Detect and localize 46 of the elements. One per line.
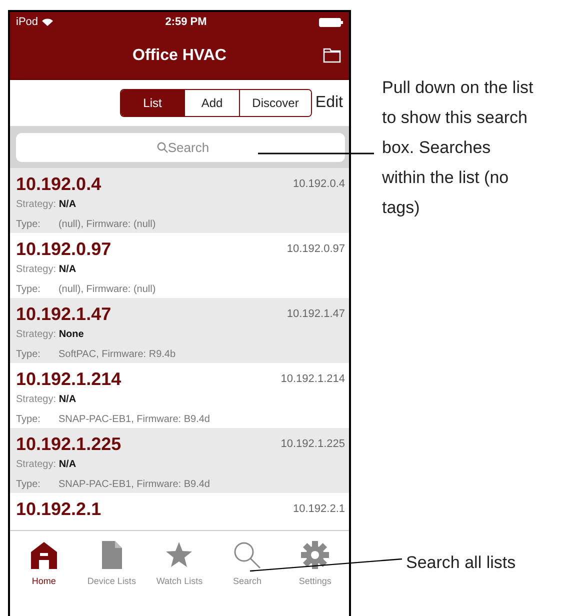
device-address: 10.192.0.97 [286,242,345,257]
status-time: 2:59 PM [165,14,207,30]
strategy-line: Strategy: N/A [16,458,78,472]
device-address: 10.192.1.225 [280,436,345,452]
type-label: Type: [16,413,40,427]
segment-tab[interactable]: List [121,90,184,116]
tab-bar-item[interactable]: Home [12,541,76,616]
device-details: (null), Firmware: (null) [58,218,156,232]
screen-title: Office HVAC [132,46,226,66]
device-name: 10.192.2.1 [16,499,102,519]
edit-button[interactable]: Edit [315,91,343,115]
strategy-line: Strategy: None [16,328,85,342]
search-icon [233,541,262,569]
battery-icon [318,18,343,26]
tab-bar-item[interactable]: Device Lists [80,541,144,616]
device-address: 10.192.1.214 [280,372,345,387]
device-address: 10.192.1.47 [286,306,345,322]
callout-text: Search all lists [406,552,517,574]
folder-icon[interactable] [323,48,341,63]
segment-tab[interactable]: Discover [239,90,311,116]
device-name: 10.192.1.214 [16,369,122,389]
device-name: 10.192.0.97 [16,239,112,259]
device-name: 10.192.0.4 [16,174,102,194]
device-details: (null), Firmware: (null) [58,283,156,297]
device-details: SNAP-PAC-EB1, Firmware: B9.4d [58,413,210,427]
type-label: Type: [16,283,40,297]
wifi-icon [42,18,54,26]
callout-text: Pull down on the list to show this search box. Searches within the list (no tags) [382,77,534,219]
device-name: 10.192.1.47 [16,304,112,324]
type-label: Type: [16,478,40,492]
strategy-line: Strategy: N/A [16,198,78,212]
type-label: Type: [16,348,40,362]
star-icon [165,541,194,569]
device-details: SoftPAC, Firmware: R9.4b [58,348,176,362]
tab-bar-item[interactable]: Watch Lists [147,541,212,616]
type-label: Type: [16,218,40,232]
strategy-line: Strategy: N/A [16,263,78,277]
device-details: SNAP-PAC-EB1, Firmware: B9.4d [58,478,210,492]
device-name: 10.192.1.225 [16,434,122,454]
device-address: 10.192.2.1 [293,502,345,517]
device-address: 10.192.0.4 [293,176,345,192]
search-field[interactable]: Search [16,133,345,162]
house-icon [30,541,58,569]
tab-bar-item[interactable]: Search [215,541,280,616]
carrier-name: iPod [16,14,38,30]
strategy-line: Strategy: N/A [16,393,78,407]
